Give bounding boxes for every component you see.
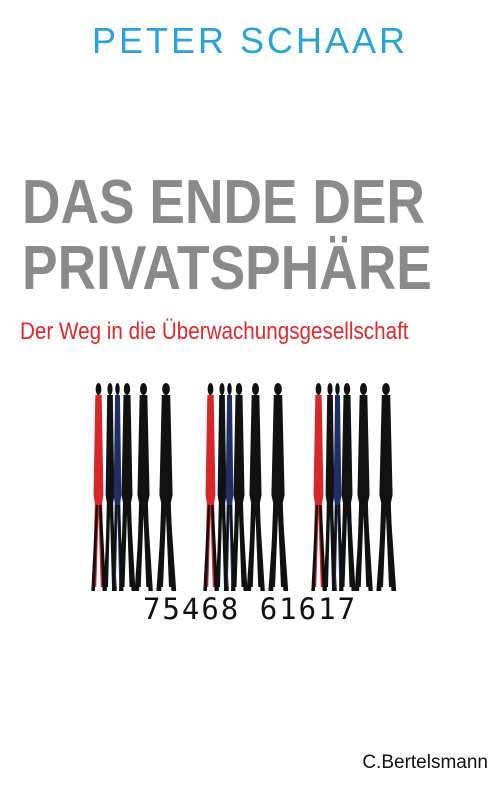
author-name: PETER SCHAAR — [91, 20, 409, 61]
walking-figure — [231, 383, 248, 591]
walking-figure — [311, 383, 327, 591]
walking-figure — [354, 383, 373, 591]
walking-figure — [134, 383, 153, 591]
walking-figure — [91, 383, 107, 591]
walking-figure — [376, 383, 397, 591]
book-cover: PETER SCHAAR DAS ENDE DER PRIVATSPHÄRE D… — [0, 0, 500, 800]
walking-figure — [339, 383, 356, 591]
barcode-number: 75468 61617 — [142, 592, 358, 626]
book-subtitle: Der Weg in die Überwachungsgesellschaft — [20, 318, 409, 345]
walking-figure — [156, 383, 177, 591]
title-line-1: DAS ENDE DER — [22, 168, 425, 237]
title-line-2: PRIVATSPHÄRE — [22, 234, 432, 303]
walking-figure — [246, 383, 265, 591]
publisher-logo: C.Bertelsmann — [362, 752, 488, 773]
walking-figure — [119, 383, 136, 591]
walking-figure — [268, 383, 289, 591]
barcode-people-illustration — [91, 383, 397, 591]
book-title: DAS ENDE DER PRIVATSPHÄRE — [22, 168, 432, 303]
walking-figure — [203, 383, 219, 591]
